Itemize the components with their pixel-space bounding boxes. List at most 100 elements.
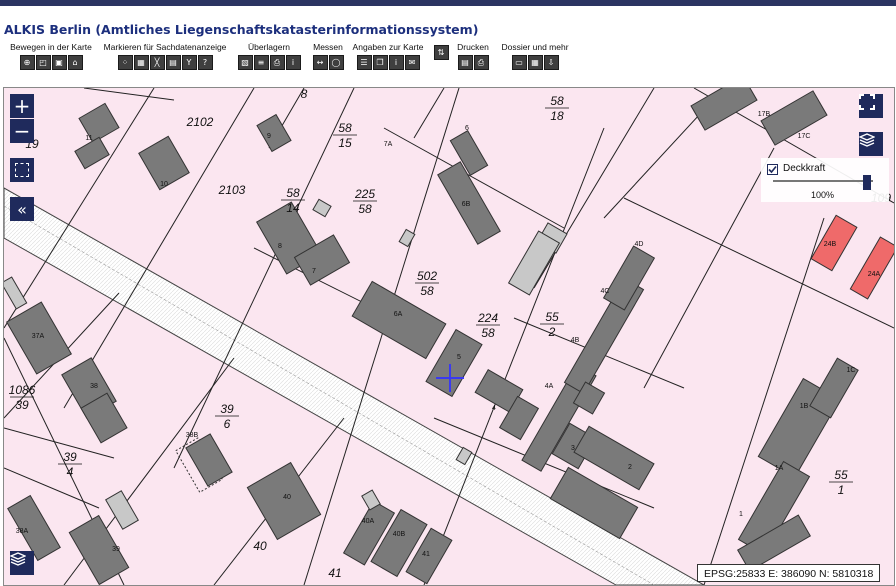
building-label: 4A xyxy=(545,383,554,390)
parcel-label: 1 xyxy=(838,483,845,497)
toolbar-group-label: Dossier und mehr xyxy=(501,42,569,52)
building-label: 1B xyxy=(800,403,809,410)
download-icon[interactable]: ⇩ xyxy=(543,55,559,70)
zoom-in-button[interactable]: + xyxy=(10,94,34,118)
parcel-label: 15 xyxy=(338,136,352,150)
home-icon[interactable]: ⌂ xyxy=(67,55,83,70)
zoom-icon[interactable]: ⊕ xyxy=(19,55,35,70)
building-label: 38 xyxy=(90,383,98,390)
building xyxy=(74,136,110,170)
building-label: 24B xyxy=(824,241,837,248)
parcel-label: 55 xyxy=(545,310,559,324)
parcel-label: 1086 xyxy=(9,383,36,397)
box-select-button[interactable] xyxy=(10,158,34,182)
parcel-label: 58 xyxy=(338,121,352,135)
parcel-label: 39 xyxy=(220,402,234,416)
building-label: 37A xyxy=(32,333,45,340)
map-info-icon[interactable]: i xyxy=(388,55,404,70)
building-label: 4 xyxy=(492,405,496,412)
checkmark-icon xyxy=(768,165,777,174)
toolbar-icon-row: ⊕ ◰ ▣ ⌂ xyxy=(4,55,98,70)
building-label: 9 xyxy=(267,133,271,140)
auxiliary-building xyxy=(398,228,416,248)
overlay-print-icon[interactable]: ⎙ xyxy=(269,55,285,70)
layers-icon xyxy=(859,133,875,147)
parcel-label: 58 xyxy=(358,202,372,216)
parcel-label: 502 xyxy=(417,269,437,283)
parcel-boundary xyxy=(643,147,775,389)
building-label: 1 xyxy=(739,511,743,518)
layers-icon xyxy=(10,552,26,566)
toolbar-group-2: Überlagern ▧ ≡ ⎙ i xyxy=(233,42,305,70)
parcel-label: 41 xyxy=(328,566,341,580)
report-icon[interactable]: ▦ xyxy=(527,55,543,70)
select-point-icon[interactable]: ⁘ xyxy=(117,55,133,70)
collapse-panel-button[interactable]: « xyxy=(10,197,34,221)
dossier-icon[interactable]: ▭ xyxy=(511,55,527,70)
select-line-icon[interactable]: ╳ xyxy=(149,55,165,70)
zoom-box-icon[interactable]: ◰ xyxy=(35,55,51,70)
building-label: 39 xyxy=(112,546,120,553)
toolbar-group-label: Angaben zur Karte xyxy=(352,42,424,52)
parcel-boundary xyxy=(83,88,175,101)
building-label: 11 xyxy=(85,135,92,142)
building xyxy=(602,245,656,311)
layer-switcher-bottom-button[interactable] xyxy=(10,551,34,575)
opacity-label: Deckkraft xyxy=(783,163,826,174)
building-label: 17C xyxy=(798,133,811,140)
building-label: 40B xyxy=(393,531,406,538)
layers-icon[interactable]: ❐ xyxy=(372,55,388,70)
building-label: 4D xyxy=(635,241,644,248)
zoom-out-button[interactable]: − xyxy=(10,119,34,143)
building-label: 6B xyxy=(462,201,471,208)
toolbar-group-3: Messen ↔ ◯ xyxy=(311,42,345,70)
measure-distance-icon[interactable]: ↔ xyxy=(312,55,328,70)
parcel-label: 18 xyxy=(550,109,564,123)
legend-icon[interactable]: ☰ xyxy=(356,55,372,70)
parcel-label: 58 xyxy=(420,284,434,298)
building-label: 40 xyxy=(283,494,291,501)
building-label: 6A xyxy=(394,311,403,318)
toolbar-group-0: Bewegen in der Karte ⊕ ◰ ▣ ⌂ xyxy=(4,42,98,70)
auxiliary-building xyxy=(4,276,28,310)
building-label: 40A xyxy=(362,518,375,525)
building-label: 6 xyxy=(465,125,469,132)
overlay-list-icon[interactable]: ≡ xyxy=(253,55,269,70)
building-label: 17B xyxy=(758,111,771,118)
map-view[interactable]: 2102 2103 8 58 15 58 14 225 58 502 58 224 58 55 2 58 18 1… xyxy=(3,87,895,586)
select-table-icon[interactable]: ▤ xyxy=(165,55,181,70)
toolbar-group-label: Markieren für Sachdatenanzeige xyxy=(103,42,227,52)
print-pdf-icon[interactable]: ▤ xyxy=(457,55,473,70)
parcel-label: 224 xyxy=(477,311,498,325)
top-bar xyxy=(0,0,896,6)
building-label: 5 xyxy=(457,354,461,361)
opacity-slider[interactable] xyxy=(773,180,873,182)
overview-icon[interactable]: ▣ xyxy=(51,55,67,70)
building-label: 4C xyxy=(601,288,610,295)
layer-switcher-button[interactable] xyxy=(859,132,883,156)
info-icon[interactable]: i xyxy=(285,55,301,70)
building xyxy=(185,433,233,487)
auxiliary-building xyxy=(312,198,332,218)
parcel-label: 2102 xyxy=(186,115,214,129)
opacity-slider-handle[interactable] xyxy=(863,175,871,190)
toolbar-group-7: Dossier und mehr ▭ ▦ ⇩ xyxy=(498,42,572,70)
overlay-image-icon[interactable]: ▧ xyxy=(237,55,253,70)
toolbar-icon-row: ▭ ▦ ⇩ xyxy=(498,55,572,70)
mail-icon[interactable]: ✉ xyxy=(404,55,420,70)
parcel-label: 39 xyxy=(15,398,29,412)
select-area-icon[interactable]: ▦ xyxy=(133,55,149,70)
fullscreen-button[interactable] xyxy=(859,94,883,118)
building xyxy=(760,90,828,146)
highlighted-building xyxy=(849,236,894,300)
sort-icon[interactable]: ⇅ xyxy=(433,45,449,60)
opacity-checkbox[interactable] xyxy=(767,164,778,175)
auxiliary-building xyxy=(507,230,561,296)
print-icon[interactable]: ⎙ xyxy=(473,55,489,70)
measure-area-icon[interactable]: ◯ xyxy=(328,55,344,70)
building-label: 10 xyxy=(160,181,168,188)
toolbar-icon-row: ☰ ❐ i ✉ xyxy=(350,55,426,70)
select-query-icon[interactable]: ? xyxy=(197,55,213,70)
building-label: 4B xyxy=(571,337,580,344)
filter-icon[interactable]: Y xyxy=(181,55,197,70)
